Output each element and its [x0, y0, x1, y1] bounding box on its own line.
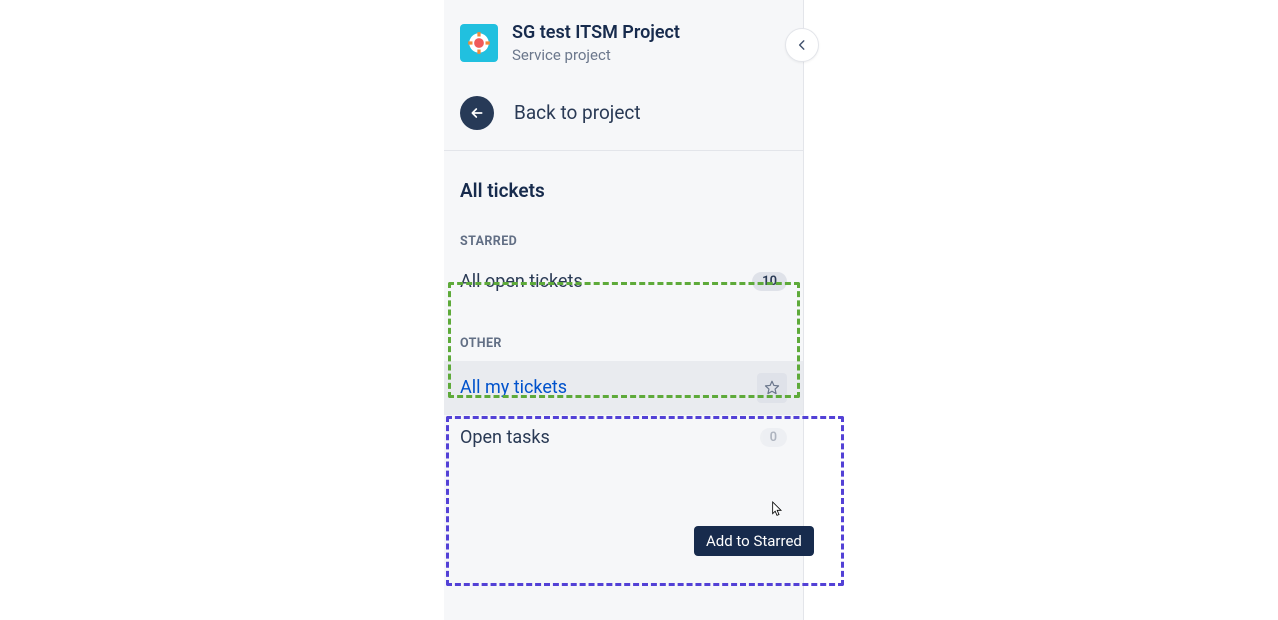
back-arrow-icon [460, 96, 494, 130]
starred-section-header: STARRED [444, 224, 803, 259]
tooltip-add-to-starred: Add to Starred [694, 526, 814, 556]
ticket-filter-all-open[interactable]: All open tickets 10 [444, 259, 803, 304]
ticket-filter-label: All my tickets [460, 377, 567, 398]
count-badge: 10 [752, 272, 787, 291]
other-section-header: OTHER [444, 326, 803, 361]
project-icon [460, 24, 498, 62]
ticket-filter-label: All open tickets [460, 271, 583, 292]
back-to-project-button[interactable]: Back to project [444, 78, 803, 151]
project-name: SG test ITSM Project [512, 22, 680, 44]
star-icon [763, 379, 781, 397]
ticket-filter-all-my-tickets[interactable]: All my tickets [444, 361, 803, 415]
back-label: Back to project [514, 101, 641, 124]
starred-section: STARRED All open tickets 10 [444, 224, 803, 304]
collapse-sidebar-button[interactable] [785, 28, 819, 62]
project-header: SG test ITSM Project Service project [444, 18, 803, 78]
add-to-starred-button[interactable] [757, 373, 787, 403]
chevron-left-icon [795, 38, 809, 52]
count-badge: 0 [760, 428, 787, 447]
project-type: Service project [512, 46, 680, 64]
other-section: OTHER All my tickets Open tasks 0 [444, 326, 803, 460]
ticket-filter-open-tasks[interactable]: Open tasks 0 [444, 415, 803, 460]
page-title: All tickets [444, 151, 803, 224]
project-info: SG test ITSM Project Service project [512, 22, 680, 64]
ticket-filter-label: Open tasks [460, 427, 550, 448]
